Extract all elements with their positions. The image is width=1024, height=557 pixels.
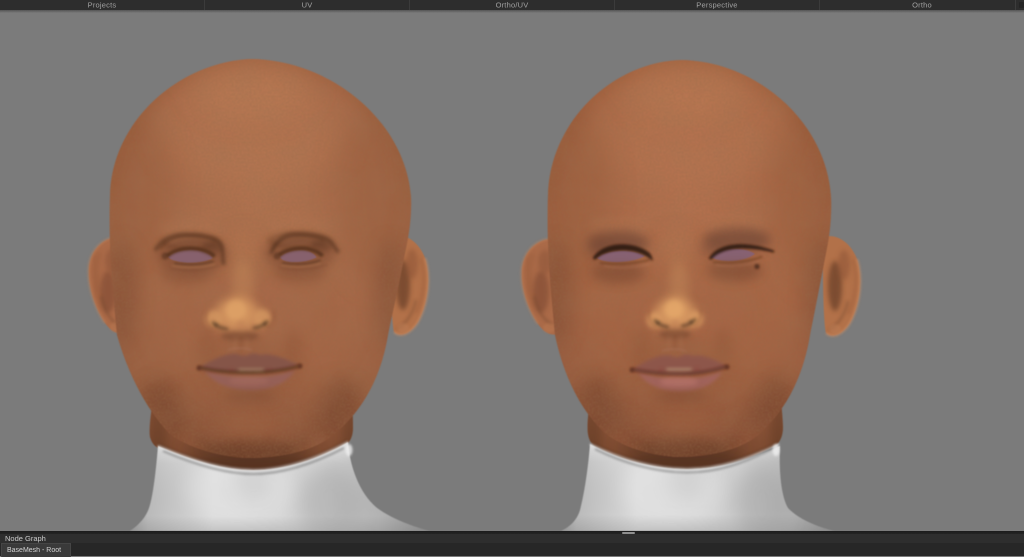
tab-label-ortho-uv: Ortho/UV xyxy=(495,0,529,9)
render-canvas xyxy=(87,59,862,531)
splitter-grip-icon[interactable] xyxy=(622,532,635,534)
model-head-left xyxy=(87,59,438,531)
tab-label-projects: Projects xyxy=(87,0,117,9)
node-basemesh-root[interactable]: BaseMesh - Root xyxy=(1,543,71,557)
tabbar-end-divider xyxy=(1015,0,1016,10)
beauty-mark xyxy=(754,263,760,270)
layout-tabbar: Projects UV Ortho/UV Perspective Ortho xyxy=(0,0,1024,10)
tab-uv[interactable]: UV xyxy=(204,0,409,10)
layout-menu-icon[interactable] xyxy=(1019,2,1024,8)
ear-right xyxy=(822,236,862,337)
node-label: BaseMesh - Root xyxy=(7,547,62,554)
tab-projects[interactable]: Projects xyxy=(0,0,204,10)
viewport-3d[interactable] xyxy=(0,10,1024,531)
panel-splitter[interactable] xyxy=(0,531,1024,534)
node-graph-title: Node Graph xyxy=(5,534,46,543)
node-graph-panel: Node Graph BaseMesh - Root xyxy=(0,531,1024,557)
tab-ortho[interactable]: Ortho xyxy=(819,0,1024,10)
tab-label-uv: UV xyxy=(301,0,313,9)
node-graph-header[interactable]: Node Graph xyxy=(0,534,1024,543)
model-head-right xyxy=(520,60,862,531)
tab-perspective[interactable]: Perspective xyxy=(614,0,819,10)
tab-label-perspective: Perspective xyxy=(696,0,738,9)
tabbar-shadow xyxy=(0,10,1024,13)
tab-label-ortho: Ortho xyxy=(912,0,932,9)
node-graph-canvas[interactable]: BaseMesh - Root xyxy=(0,543,1024,557)
tab-ortho-uv[interactable]: Ortho/UV xyxy=(409,0,614,10)
